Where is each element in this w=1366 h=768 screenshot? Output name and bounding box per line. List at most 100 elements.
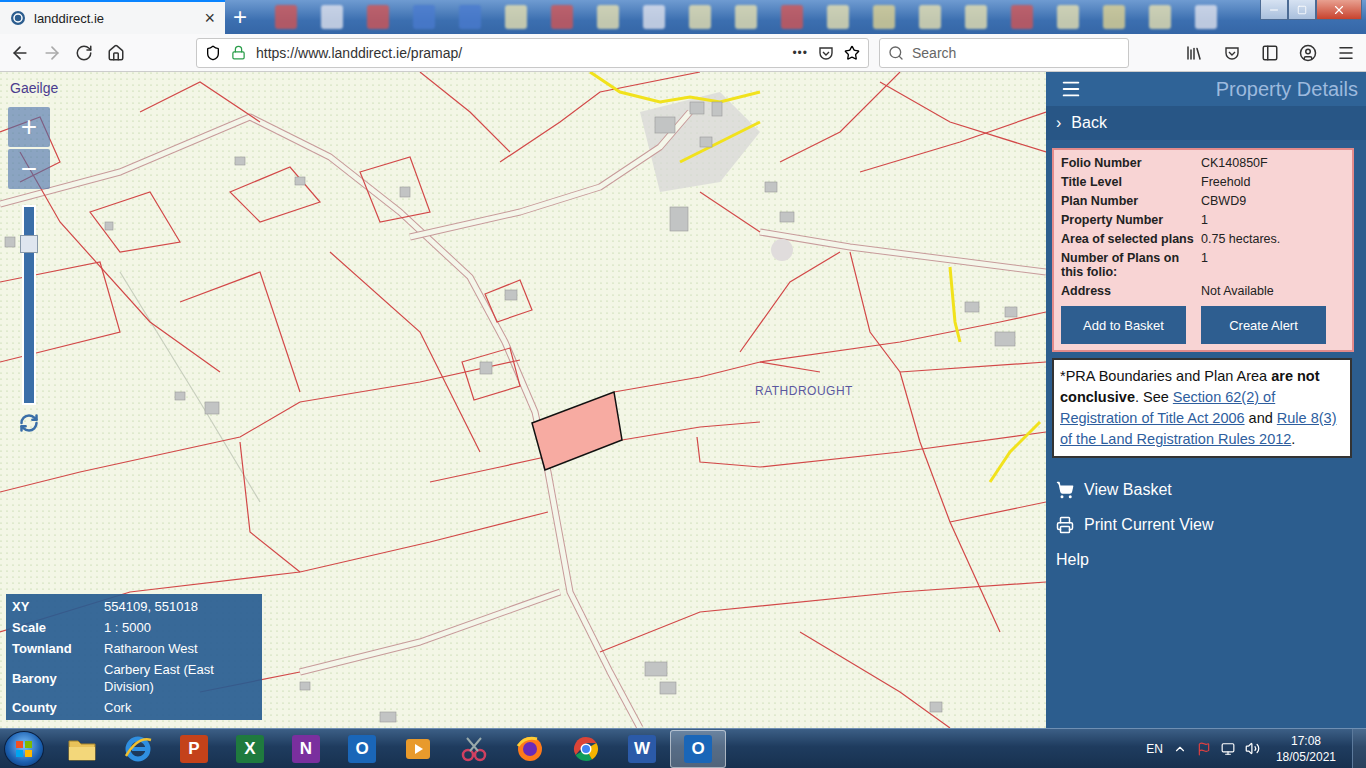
background-tab-icon[interactable] (965, 5, 987, 29)
maximize-button[interactable] (1288, 0, 1316, 20)
network-icon[interactable] (1221, 742, 1235, 756)
panel-menu-item[interactable]: View Basket (1046, 472, 1366, 507)
search-field[interactable]: Search (879, 38, 1129, 68)
background-tab-icon[interactable] (505, 5, 527, 29)
start-button[interactable] (4, 731, 44, 767)
background-tab-icon[interactable] (413, 5, 435, 29)
zoom-in-button[interactable]: + (8, 107, 50, 147)
info-label: Barony (12, 661, 104, 695)
pocket-icon[interactable] (818, 45, 834, 61)
background-tab-icon[interactable] (735, 5, 757, 29)
background-tab-icon[interactable] (1195, 5, 1217, 29)
chrome-icon (571, 734, 601, 764)
show-hidden-icons-icon[interactable] (1173, 742, 1187, 756)
language-link[interactable]: Gaeilge (10, 80, 58, 96)
shield-icon[interactable] (205, 45, 221, 61)
background-tab-icon[interactable] (275, 5, 297, 29)
volume-icon[interactable] (1245, 741, 1260, 756)
boundary (240, 442, 300, 572)
reload-button[interactable] (68, 38, 100, 68)
background-tab-icon[interactable] (781, 5, 803, 29)
close-icon (1332, 3, 1346, 17)
library-button[interactable] (1178, 38, 1210, 68)
account-button[interactable] (1292, 38, 1324, 68)
minimize-button[interactable] (1260, 0, 1288, 20)
forward-arrow-icon (42, 43, 62, 63)
url-text[interactable]: https://www.landdirect.ie/pramap/ (256, 45, 782, 61)
background-tab-icon[interactable] (689, 5, 711, 29)
building (780, 212, 794, 222)
detail-value: 1 (1201, 213, 1346, 227)
boundary (800, 632, 950, 728)
boundary (900, 362, 1046, 372)
show-desktop-button[interactable] (1352, 729, 1366, 768)
background-tab-icon[interactable] (919, 5, 941, 29)
home-button[interactable] (100, 38, 132, 68)
pocket-icon[interactable] (1224, 45, 1240, 61)
close-window-button[interactable] (1316, 0, 1362, 20)
background-tab-icon[interactable] (643, 5, 665, 29)
bookmark-star-icon[interactable] (844, 45, 860, 61)
taskbar-app[interactable]: N (278, 730, 334, 768)
property-panel: Property Details›BackFolio NumberCK14085… (1046, 72, 1366, 728)
background-tab-icon[interactable] (321, 5, 343, 29)
background-tab-icon[interactable] (367, 5, 389, 29)
building (105, 222, 113, 230)
background-tab-icon[interactable] (827, 5, 849, 29)
background-tab-icon[interactable] (1011, 5, 1033, 29)
language-indicator[interactable]: EN (1146, 742, 1163, 756)
taskbar-app[interactable]: W (614, 730, 670, 768)
back-button[interactable] (4, 38, 36, 68)
place-label: RATHDROUGHT (755, 384, 853, 398)
taskbar-app[interactable]: P (166, 730, 222, 768)
reset-view-button[interactable] (19, 413, 39, 437)
menu-button[interactable] (1330, 38, 1362, 68)
pocket-button[interactable] (1216, 38, 1248, 68)
page-actions-button[interactable]: ••• (792, 46, 808, 60)
browser-tab[interactable]: landdirect.ie × (0, 0, 225, 34)
back-link[interactable]: ›Back (1046, 106, 1366, 140)
office-app-icon: P (180, 735, 208, 763)
taskbar-app[interactable] (446, 730, 502, 768)
taskbar-app[interactable] (110, 730, 166, 768)
background-tab-icon[interactable] (551, 5, 573, 29)
url-field[interactable]: https://www.landdirect.ie/pramap/ ••• (196, 38, 869, 68)
boundary (622, 422, 760, 440)
taskbar-app[interactable] (558, 730, 614, 768)
background-tab-icon[interactable] (597, 5, 619, 29)
background-tab-icon[interactable] (1149, 5, 1171, 29)
forward-button[interactable] (36, 38, 68, 68)
background-tab-icon[interactable] (1057, 5, 1079, 29)
zoom-slider-handle[interactable] (20, 235, 38, 253)
boundary (0, 402, 300, 492)
taskbar-app[interactable] (390, 730, 446, 768)
action-button[interactable]: Create Alert (1201, 306, 1326, 344)
taskbar-app[interactable]: O (334, 730, 390, 768)
panel-menu-item[interactable]: Print Current View (1046, 507, 1366, 542)
clock[interactable]: 17:0818/05/2021 (1270, 733, 1342, 765)
panel-menu-item[interactable]: Help (1046, 542, 1366, 577)
action-center-icon[interactable] (1197, 742, 1211, 756)
background-tab-icon[interactable] (1103, 5, 1125, 29)
zoom-slider[interactable] (22, 205, 36, 405)
action-button[interactable]: Add to Basket (1061, 306, 1186, 344)
zoom-out-button[interactable]: − (8, 149, 50, 189)
hamburger-icon[interactable] (1060, 78, 1082, 100)
selected-plot[interactable] (532, 392, 622, 470)
new-tab-button[interactable]: + (225, 0, 255, 34)
track (120, 272, 260, 502)
taskbar-app[interactable]: X (222, 730, 278, 768)
taskbar-app[interactable] (502, 730, 558, 768)
tab-close-button[interactable]: × (204, 9, 215, 27)
background-tab-icon[interactable] (459, 5, 481, 29)
map-area[interactable]: Gaeilge+−RATHDROUGHTXY554109, 551018Scal… (0, 72, 1046, 728)
background-tab-icon[interactable] (873, 5, 895, 29)
folder-icon (67, 736, 97, 762)
tab-label: landdirect.ie (34, 11, 196, 26)
taskbar-app[interactable]: O (670, 730, 726, 768)
detail-value: 0.75 hectares. (1201, 232, 1346, 246)
sidebar-button[interactable] (1254, 38, 1286, 68)
lock-icon[interactable] (231, 45, 246, 60)
building (712, 102, 722, 116)
taskbar-app[interactable] (54, 730, 110, 768)
